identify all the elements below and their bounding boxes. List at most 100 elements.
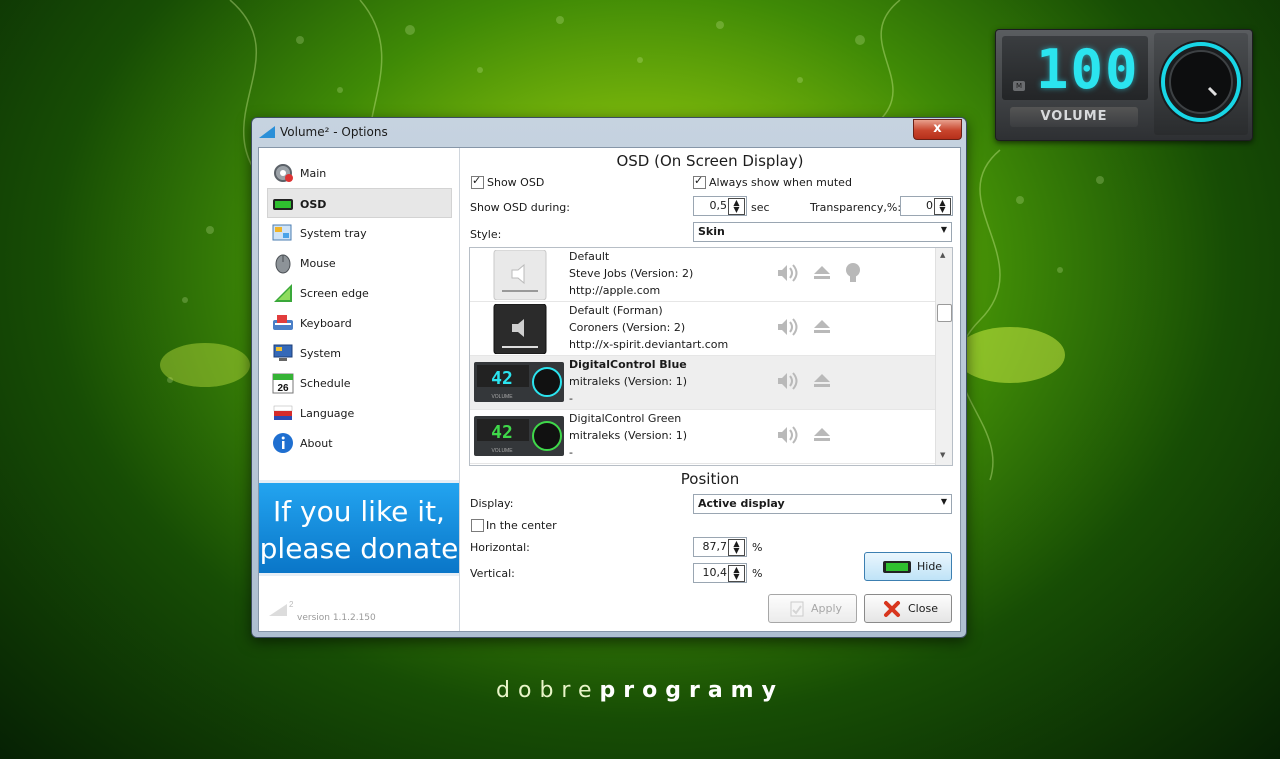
list-item[interactable]: Default (Forman) Coroners (Version: 2) h…: [470, 302, 935, 356]
skin-author: mitraleks (Version: 1): [569, 375, 688, 388]
osd-section-title: OSD (On Screen Display): [616, 152, 804, 170]
options-window: Volume² - Options x Main OSD System tray…: [251, 117, 967, 638]
show-osd-label: Show OSD: [487, 176, 545, 189]
stepper-arrows-icon[interactable]: ▲ ▼: [728, 198, 745, 215]
thumb-volume-label: VOLUME: [491, 448, 513, 454]
speaker-icon: [778, 318, 798, 336]
eject-icon: [814, 320, 830, 333]
apply-button[interactable]: Apply: [768, 594, 857, 623]
close-button[interactable]: Close: [864, 594, 952, 623]
sidebar-item-osd[interactable]: OSD: [267, 188, 452, 218]
in-center-checkbox[interactable]: [471, 519, 484, 532]
always-show-muted-label: Always show when muted: [709, 176, 852, 189]
sidebar-item-keyboard[interactable]: Keyboard: [268, 308, 451, 336]
display-label: Display:: [470, 497, 514, 510]
lightbulb-icon: [846, 263, 860, 282]
donate-line-1: If you like it,: [273, 495, 445, 528]
skins-list[interactable]: Default Steve Jobs (Version: 2) http://a…: [469, 247, 953, 466]
skin-author: Steve Jobs (Version: 2): [569, 267, 694, 280]
sidebar-item-main[interactable]: Main: [268, 158, 451, 186]
skin-author: Coroners (Version: 2): [569, 321, 686, 334]
sidebar-item-system[interactable]: System: [268, 338, 451, 366]
osd-settings-panel: OSD (On Screen Display) Show OSD Always …: [460, 148, 960, 631]
sidebar-item-label: OSD: [300, 198, 327, 211]
scroll-thumb[interactable]: [937, 304, 952, 322]
screen-edge-icon: [274, 284, 292, 302]
display-select[interactable]: Active display ▼: [693, 494, 952, 514]
position-section-title: Position: [680, 470, 740, 488]
sidebar-item-language[interactable]: Language: [268, 398, 451, 426]
horizontal-value: 87,7: [702, 540, 728, 553]
sidebar-item-label: System tray: [300, 227, 367, 240]
transparency-stepper[interactable]: 0 ▲ ▼: [900, 196, 953, 216]
sidebar-item-schedule[interactable]: 26 Schedule: [268, 368, 451, 396]
scroll-down-icon[interactable]: ▼: [940, 451, 945, 459]
donate-line-2: please donate: [259, 532, 459, 565]
stepper-arrows-icon[interactable]: ▲ ▼: [934, 198, 951, 215]
vertical-stepper[interactable]: 10,4 ▲ ▼: [693, 563, 747, 583]
stepper-arrows-icon[interactable]: ▲ ▼: [728, 539, 745, 556]
sidebar-item-label: Mouse: [300, 257, 336, 270]
style-label: Style:: [470, 228, 502, 241]
skin-author: mitraleks (Version: 1): [569, 429, 688, 442]
chevron-down-icon: ▼: [940, 225, 947, 234]
style-value: Skin: [698, 225, 725, 238]
apply-button-label: Apply: [811, 602, 843, 615]
show-during-stepper[interactable]: 0,5 ▲ ▼: [693, 196, 747, 216]
volume-knob[interactable]: [1154, 33, 1248, 135]
hide-button[interactable]: Hide: [864, 552, 952, 581]
apply-icon: [790, 601, 804, 617]
vertical-unit: %: [752, 567, 763, 580]
stepper-arrows-icon[interactable]: ▲ ▼: [728, 565, 745, 582]
skin-thumbnail: 42 VOLUME: [474, 416, 564, 456]
speaker-icon: [778, 264, 798, 282]
vertical-label: Vertical:: [470, 567, 515, 580]
horizontal-unit: %: [752, 541, 763, 554]
scroll-up-icon[interactable]: ▲: [940, 251, 945, 259]
show-osd-checkbox[interactable]: [471, 174, 484, 189]
sidebar-item-screen-edge[interactable]: Screen edge: [268, 278, 451, 306]
window-title: Volume² - Options: [280, 125, 388, 139]
system-tray-icon: [272, 224, 292, 241]
transparency-label: Transparency,%:: [810, 201, 902, 214]
calendar-day: 26: [277, 383, 289, 394]
list-item[interactable]: 42 VOLUME DigitalControl Blue mitraleks (…: [470, 356, 935, 410]
style-select[interactable]: Skin ▼: [693, 222, 952, 242]
skin-feature-icons: [778, 372, 830, 390]
sidebar-item-system-tray[interactable]: System tray: [268, 218, 451, 246]
volume-osd-widget: M 100 VOLUME: [995, 29, 1253, 141]
show-during-unit: sec: [751, 201, 770, 214]
system-icon: [273, 344, 293, 361]
list-item[interactable]: Default Steve Jobs (Version: 2) http://a…: [470, 248, 935, 302]
mute-indicator: M: [1013, 81, 1025, 91]
window-close-button[interactable]: x: [913, 119, 962, 140]
transparency-value: 0: [926, 199, 933, 212]
skin-thumbnail: [493, 304, 547, 354]
knob-dial-icon: [1159, 40, 1243, 124]
horizontal-stepper[interactable]: 87,7 ▲ ▼: [693, 537, 747, 557]
sidebar-item-about[interactable]: About: [268, 428, 451, 456]
sidebar-item-label: Main: [300, 167, 327, 180]
skins-scrollbar[interactable]: ▲ ▼: [935, 248, 952, 465]
skin-feature-icons: [778, 426, 830, 444]
title-bar[interactable]: Volume² - Options x: [252, 118, 966, 146]
brand-bold: programy: [599, 678, 784, 703]
chevron-down-icon: ▼: [940, 497, 947, 506]
donate-banner[interactable]: If you like it, please donate: [259, 480, 459, 576]
sidebar-item-mouse[interactable]: Mouse: [268, 248, 451, 276]
volume-app-icon: [259, 126, 275, 138]
brand-light: dobre: [496, 678, 600, 703]
sidebar-item-label: About: [300, 437, 333, 450]
show-during-value: 0,5: [709, 199, 728, 212]
list-item[interactable]: 42 VOLUME DigitalControl Green mitraleks …: [470, 410, 935, 464]
volume-label: VOLUME: [1010, 107, 1138, 127]
vertical-value: 10,4: [702, 566, 728, 579]
volume-digits: 100: [1036, 38, 1140, 101]
skin-name: Default (Forman): [569, 304, 663, 317]
sidebar: Main OSD System tray Mouse Screen edge K…: [259, 148, 460, 631]
skin-feature-icons: [778, 263, 860, 282]
gear-icon: [274, 164, 293, 182]
logo-superscript: 2: [289, 600, 294, 609]
skin-url: -: [569, 446, 573, 459]
always-show-muted-checkbox[interactable]: [693, 174, 706, 189]
